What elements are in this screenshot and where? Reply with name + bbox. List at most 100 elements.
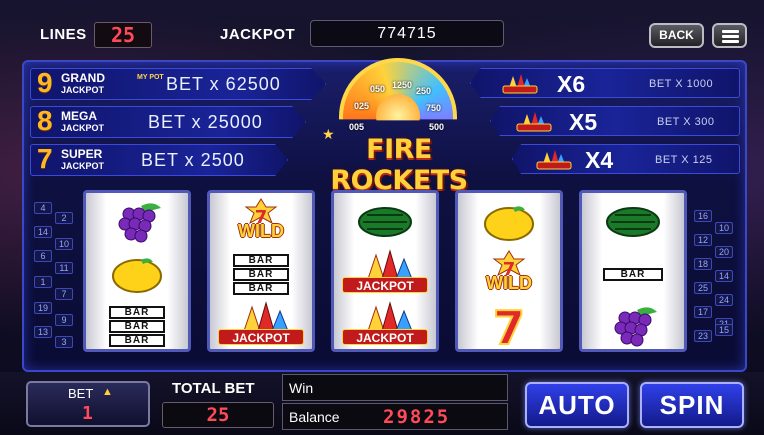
bet-value: 1 bbox=[82, 403, 93, 424]
line-number: 14 bbox=[715, 270, 733, 282]
balance-label: Balance bbox=[289, 409, 340, 425]
line-number: 19 bbox=[34, 302, 52, 314]
jackpot-name-bottom: JACKPOT bbox=[61, 123, 105, 133]
line-number: 2 bbox=[55, 212, 73, 224]
jackpot-bet: BET x 25000 bbox=[148, 112, 263, 132]
spin-button[interactable]: SPIN bbox=[640, 382, 744, 428]
total-bet-label: TOTAL BET bbox=[172, 380, 255, 397]
line-number: 23 bbox=[694, 330, 712, 342]
svg-text:7: 7 bbox=[493, 302, 525, 350]
jackpot-name-top: GRAND bbox=[61, 71, 105, 85]
grapes-icon bbox=[118, 203, 161, 243]
back-button[interactable]: BACK bbox=[649, 23, 704, 48]
jackpot-bet: BET x 2500 bbox=[141, 150, 245, 170]
jackpot-text: JACKPOT bbox=[218, 329, 304, 345]
payout-row-x4: X4 BET X 125 bbox=[512, 144, 740, 174]
reel-3: JACKPOT JACKPOT bbox=[331, 190, 439, 352]
win-panel: Win bbox=[282, 374, 508, 401]
total-bet-display: 25 bbox=[162, 402, 274, 428]
line-number: 9 bbox=[55, 314, 73, 326]
wheel-value: 250 bbox=[416, 86, 432, 96]
jackpot-symbol: JACKPOT bbox=[334, 249, 436, 299]
bet-selector[interactable]: BET ▲ 1 bbox=[26, 381, 150, 427]
triple-bar-symbol: BAR BAR BAR bbox=[233, 253, 289, 295]
bar-tile: BAR bbox=[233, 253, 289, 267]
reel-symbol-wild: 7 WILD bbox=[210, 196, 312, 248]
line-number: 18 bbox=[694, 258, 712, 270]
line-number: 14 bbox=[34, 226, 52, 238]
grapes-icon bbox=[614, 307, 657, 347]
reel-symbol-jackpot: JACKPOT bbox=[334, 248, 436, 300]
line-number: 24 bbox=[715, 294, 733, 306]
jackpot-rockets-icon bbox=[516, 112, 552, 132]
top-bar: LINES 25 JACKPOT 774715 BACK bbox=[0, 0, 764, 52]
jackpot-name: SUPER JACKPOT bbox=[61, 148, 104, 172]
line-number: 16 bbox=[694, 210, 712, 222]
bar-tile: BAR bbox=[109, 305, 165, 319]
jackpot-display: 774715 bbox=[310, 20, 504, 47]
menu-icon-bar bbox=[722, 40, 739, 43]
line-number: 13 bbox=[34, 326, 52, 338]
reel-symbol-jackpot: JACKPOT bbox=[210, 300, 312, 352]
jackpot-symbol: JACKPOT bbox=[334, 301, 436, 351]
wild-symbol: 7 WILD bbox=[464, 249, 554, 299]
win-label: Win bbox=[289, 380, 314, 396]
wild-symbol: 7 WILD bbox=[216, 197, 306, 247]
reel-2: 7 WILD BAR BAR BAR JACKPOT bbox=[207, 190, 315, 352]
reel-5: BAR bbox=[579, 190, 687, 352]
reel-symbol-bar3: BAR BAR BAR bbox=[86, 300, 188, 352]
payout-multiplier: X4 bbox=[585, 147, 614, 173]
jackpot-rockets-icon bbox=[502, 74, 538, 94]
jackpot-bet: BET x 62500 bbox=[166, 74, 281, 94]
line-number: 1 bbox=[34, 276, 52, 288]
reel-symbol-bar1: BAR bbox=[582, 248, 684, 300]
line-number: 17 bbox=[694, 306, 712, 318]
bet-label: BET bbox=[68, 386, 94, 401]
wheel-value: 750 bbox=[426, 103, 442, 113]
lemon-icon bbox=[112, 258, 162, 293]
jackpot-row-mega: 8 MEGA JACKPOT BET x 25000 bbox=[30, 106, 306, 138]
reel-symbol-lemon bbox=[458, 196, 560, 248]
lines-display: 25 bbox=[94, 22, 152, 48]
jackpot-symbol: JACKPOT bbox=[210, 301, 312, 351]
bar-tile: BAR bbox=[233, 267, 289, 281]
wild-text: WILD bbox=[486, 273, 532, 293]
jackpot-name-top: SUPER bbox=[61, 147, 103, 161]
jackpot-text: JACKPOT bbox=[342, 329, 428, 345]
jackpot-name-bottom: JACKPOT bbox=[61, 85, 105, 95]
line-number: 20 bbox=[715, 246, 733, 258]
seven-icon: 7 bbox=[492, 302, 526, 350]
wheel-value: 1250 bbox=[392, 80, 413, 90]
control-panel: BET ▲ 1 TOTAL BET 25 Win Balance 29825 A… bbox=[0, 372, 764, 435]
bet-up-arrow-icon[interactable]: ▲ bbox=[102, 386, 113, 398]
wheel-value: 005 bbox=[349, 122, 365, 132]
line-number: 4 bbox=[34, 202, 52, 214]
line-number: 3 bbox=[55, 336, 73, 348]
wheel-value: 050 bbox=[370, 84, 386, 94]
reel-symbol-lemon bbox=[86, 248, 188, 300]
reel-symbol-wild: 7 WILD bbox=[458, 248, 560, 300]
bar-tile: BAR bbox=[109, 333, 165, 347]
reel-1: BAR BAR BAR bbox=[83, 190, 191, 352]
wheel-value: 025 bbox=[354, 101, 370, 111]
jackpot-name-bottom: JACKPOT bbox=[61, 161, 105, 171]
payout-multiplier: X6 bbox=[557, 71, 586, 97]
menu-button[interactable] bbox=[712, 23, 747, 48]
menu-icon-bar bbox=[722, 35, 739, 38]
line-number: 10 bbox=[55, 238, 73, 250]
triple-bar-symbol: BAR BAR BAR bbox=[109, 305, 165, 347]
reel-symbol-watermelon bbox=[582, 196, 684, 248]
balance-value: 29825 bbox=[383, 406, 451, 428]
jackpot-number: 9 bbox=[37, 67, 53, 98]
payout-multiplier: X5 bbox=[569, 109, 598, 135]
watermelon-icon bbox=[606, 207, 660, 237]
line-number: 15 bbox=[715, 324, 733, 336]
auto-button[interactable]: AUTO bbox=[525, 382, 629, 428]
reel-symbol-grapes bbox=[582, 300, 684, 352]
reel-4: 7 WILD 7 bbox=[455, 190, 563, 352]
wheel-value: 500 bbox=[429, 122, 445, 132]
jackpot-number: 8 bbox=[37, 105, 53, 136]
game-logo: FIRE ROCKETS bbox=[330, 134, 468, 196]
jackpot-row-super: 7 SUPER JACKPOT BET x 2500 bbox=[30, 144, 288, 176]
jackpot-name-top: MEGA bbox=[61, 109, 97, 123]
